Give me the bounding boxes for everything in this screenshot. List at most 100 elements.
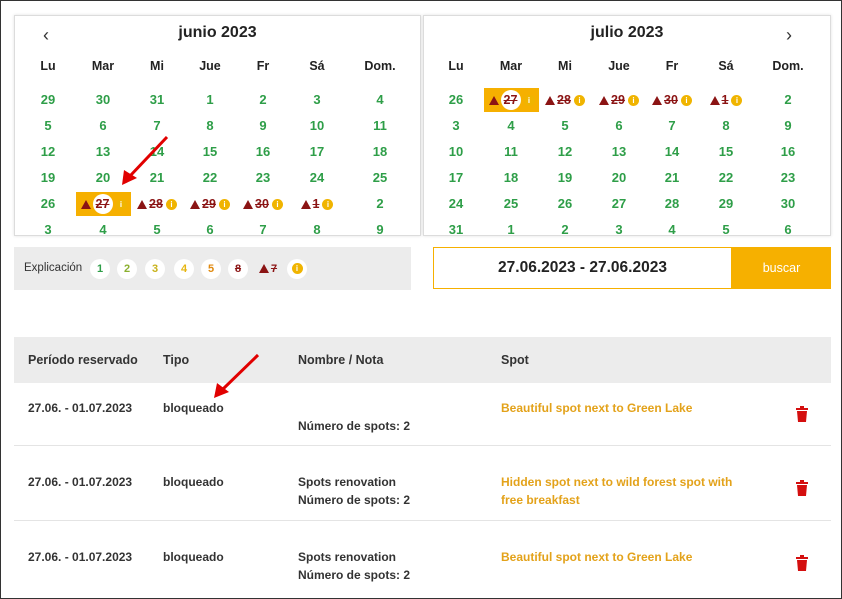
- day-cell-blocked[interactable]: 28 i: [130, 192, 184, 216]
- day-cell[interactable]: 26: [429, 88, 483, 112]
- day-cell[interactable]: 21: [645, 166, 699, 190]
- day-cell[interactable]: 13: [76, 140, 130, 164]
- day-cell[interactable]: 14: [645, 140, 699, 164]
- day-cell[interactable]: 11: [484, 140, 538, 164]
- day-cell[interactable]: 16: [761, 140, 815, 164]
- day-cell[interactable]: 28: [645, 192, 699, 216]
- trash-icon[interactable]: [795, 480, 809, 496]
- week-row: 26 27 i 28 i 29 i 30 i 1 i 2: [15, 192, 420, 216]
- day-cell[interactable]: 1: [183, 88, 237, 112]
- day-cell[interactable]: 23: [236, 166, 290, 190]
- day-cell[interactable]: 9: [353, 218, 407, 242]
- day-cell[interactable]: 4: [484, 114, 538, 138]
- day-cell[interactable]: 24: [429, 192, 483, 216]
- spot-link[interactable]: Beautiful spot next to Green Lake: [501, 399, 692, 417]
- day-cell[interactable]: 2: [236, 88, 290, 112]
- day-cell[interactable]: 26: [21, 192, 75, 216]
- day-cell[interactable]: 17: [429, 166, 483, 190]
- day-cell[interactable]: 20: [76, 166, 130, 190]
- day-cell-selected[interactable]: 27 i: [76, 192, 131, 216]
- day-cell[interactable]: 3: [592, 218, 646, 242]
- warning-icon: [190, 200, 201, 209]
- day-cell[interactable]: 4: [645, 218, 699, 242]
- day-cell[interactable]: 7: [236, 218, 290, 242]
- day-cell-selected[interactable]: 27 i: [484, 88, 539, 112]
- day-cell[interactable]: 3: [429, 114, 483, 138]
- day-cell[interactable]: 29: [699, 192, 753, 216]
- day-cell[interactable]: 11: [353, 114, 407, 138]
- day-cell[interactable]: 14: [130, 140, 184, 164]
- day-cell-blocked[interactable]: 30 i: [645, 88, 699, 112]
- day-cell[interactable]: 19: [21, 166, 75, 190]
- weekday-header-row: Lu Mar Mi Jue Fr Sá Dom.: [424, 54, 830, 78]
- day-cell[interactable]: 8: [290, 218, 344, 242]
- day-cell[interactable]: 6: [183, 218, 237, 242]
- day-cell-blocked[interactable]: 29 i: [183, 192, 237, 216]
- day-cell[interactable]: 23: [761, 166, 815, 190]
- day-cell[interactable]: 5: [538, 114, 592, 138]
- day-cell[interactable]: 17: [290, 140, 344, 164]
- day-cell[interactable]: 3: [290, 88, 344, 112]
- day-cell[interactable]: 18: [353, 140, 407, 164]
- day-cell[interactable]: 25: [353, 166, 407, 190]
- spot-link[interactable]: Beautiful spot next to Green Lake: [501, 548, 692, 566]
- day-cell[interactable]: 6: [592, 114, 646, 138]
- day-cell[interactable]: 7: [645, 114, 699, 138]
- day-cell[interactable]: 10: [429, 140, 483, 164]
- spot-link-line2[interactable]: free breakfast: [501, 491, 580, 509]
- day-cell[interactable]: 10: [290, 114, 344, 138]
- day-cell[interactable]: 4: [76, 218, 130, 242]
- legend-label: Explicación: [24, 262, 83, 274]
- day-cell[interactable]: 12: [21, 140, 75, 164]
- trash-icon[interactable]: [795, 555, 809, 571]
- day-cell-blocked[interactable]: 30 i: [236, 192, 290, 216]
- day-cell[interactable]: 6: [761, 218, 815, 242]
- legend-item: 5: [201, 259, 221, 279]
- day-cell[interactable]: 9: [761, 114, 815, 138]
- day-cell[interactable]: 5: [21, 114, 75, 138]
- day-cell[interactable]: 13: [592, 140, 646, 164]
- spot-link[interactable]: Hidden spot next to wild forest spot wit…: [501, 473, 732, 491]
- day-cell[interactable]: 4: [353, 88, 407, 112]
- day-cell[interactable]: 12: [538, 140, 592, 164]
- day-cell[interactable]: 5: [699, 218, 753, 242]
- day-cell[interactable]: 2: [353, 192, 407, 216]
- day-cell[interactable]: 30: [76, 88, 130, 112]
- day-cell[interactable]: 2: [538, 218, 592, 242]
- day-cell[interactable]: 22: [183, 166, 237, 190]
- day-cell[interactable]: 30: [761, 192, 815, 216]
- day-cell[interactable]: 31: [130, 88, 184, 112]
- day-cell[interactable]: 16: [236, 140, 290, 164]
- week-row: 19 20 21 22 23 24 25: [15, 166, 420, 190]
- day-cell-blocked[interactable]: 29 i: [592, 88, 646, 112]
- day-cell[interactable]: 2: [761, 88, 815, 112]
- day-cell[interactable]: 26: [538, 192, 592, 216]
- search-button[interactable]: buscar: [732, 247, 831, 289]
- day-cell[interactable]: 24: [290, 166, 344, 190]
- calendar-july: › julio 2023 Lu Mar Mi Jue Fr Sá Dom. 26 27 i 28 i 2…: [423, 15, 831, 237]
- day-cell[interactable]: 8: [183, 114, 237, 138]
- day-cell[interactable]: 6: [76, 114, 130, 138]
- day-cell[interactable]: 5: [130, 218, 184, 242]
- day-cell[interactable]: 15: [699, 140, 753, 164]
- date-range-input[interactable]: 27.06.2023 - 27.06.2023: [433, 247, 732, 289]
- day-cell[interactable]: 31: [429, 218, 483, 242]
- trash-icon[interactable]: [795, 406, 809, 422]
- day-cell[interactable]: 15: [183, 140, 237, 164]
- day-cell[interactable]: 20: [592, 166, 646, 190]
- day-cell-blocked[interactable]: 1i: [290, 192, 344, 216]
- day-cell[interactable]: 22: [699, 166, 753, 190]
- day-cell[interactable]: 19: [538, 166, 592, 190]
- day-cell[interactable]: 18: [484, 166, 538, 190]
- day-cell-blocked[interactable]: 28 i: [538, 88, 592, 112]
- day-cell[interactable]: 9: [236, 114, 290, 138]
- day-cell[interactable]: 7: [130, 114, 184, 138]
- day-cell-blocked[interactable]: 1i: [699, 88, 753, 112]
- day-cell[interactable]: 21: [130, 166, 184, 190]
- day-cell[interactable]: 1: [484, 218, 538, 242]
- day-cell[interactable]: 27: [592, 192, 646, 216]
- day-cell[interactable]: 8: [699, 114, 753, 138]
- day-cell[interactable]: 29: [21, 88, 75, 112]
- day-cell[interactable]: 3: [21, 218, 75, 242]
- day-cell[interactable]: 25: [484, 192, 538, 216]
